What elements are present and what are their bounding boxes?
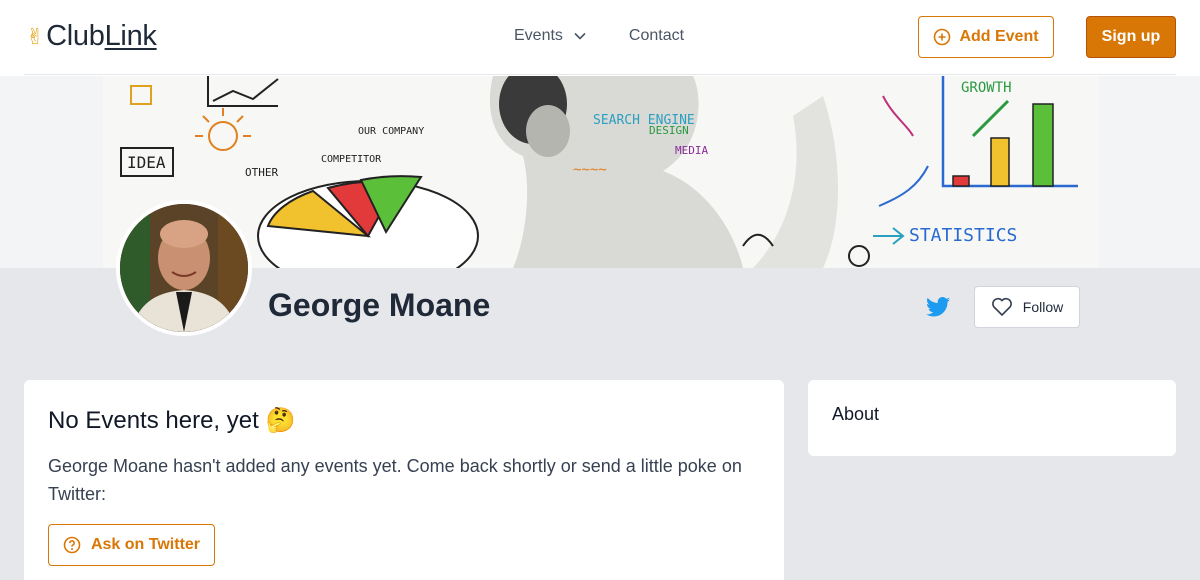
banner-word-design: DESIGN — [649, 124, 689, 137]
profile-name: George Moane — [268, 287, 491, 323]
logo-text-link: Link — [104, 20, 157, 52]
about-heading: About — [832, 404, 880, 424]
no-events-heading: No Events here, yet 🤔 — [48, 407, 296, 434]
nav-contact-link[interactable]: Contact — [629, 27, 684, 45]
follow-label: Follow — [1022, 299, 1064, 315]
chevron-down-icon — [574, 32, 586, 40]
logo-text-club: Club — [46, 20, 105, 52]
heart-icon — [991, 297, 1012, 316]
nav-events-dropdown[interactable]: Events — [514, 27, 587, 45]
main-nav: Events Contact — [514, 27, 684, 45]
profile-banner-image: IDEA OTHER OUR COMPANY COMPETITOR SEARCH… — [103, 76, 1099, 268]
victory-hand-icon: ✌ — [26, 23, 45, 49]
no-events-message: George Moane hasn't added any events yet… — [48, 456, 742, 504]
nav-events-label: Events — [514, 27, 563, 44]
svg-text:~~~~: ~~~~ — [573, 162, 607, 178]
banner-word-media: MEDIA — [675, 144, 708, 157]
header-divider — [24, 74, 1176, 75]
banner-word-statistics: STATISTICS — [909, 225, 1017, 246]
profile-avatar — [116, 200, 252, 336]
add-event-label: Add Event — [959, 28, 1039, 45]
sign-up-button[interactable]: Sign up — [1086, 16, 1176, 58]
question-circle-icon — [63, 536, 81, 554]
add-event-button[interactable]: Add Event — [918, 16, 1054, 58]
about-card: About — [808, 380, 1176, 456]
banner-word-our-company: OUR COMPANY — [358, 126, 424, 137]
events-card: No Events here, yet 🤔 George Moane hasn'… — [24, 380, 784, 580]
banner-word-other: OTHER — [245, 166, 278, 179]
plus-circle-icon — [934, 28, 951, 46]
clublink-logo[interactable]: ✌ Club Link — [26, 20, 157, 53]
top-navbar: ✌ Club Link Events Contact Add Event Sign… — [0, 0, 1200, 76]
ask-on-twitter-button[interactable]: Ask on Twitter — [48, 524, 215, 566]
follow-button[interactable]: Follow — [974, 286, 1080, 328]
banner-word-growth: GROWTH — [961, 80, 1012, 96]
twitter-icon[interactable] — [926, 296, 950, 318]
sign-up-label: Sign up — [1101, 28, 1161, 45]
banner-word-competitor: COMPETITOR — [321, 154, 382, 165]
ask-on-twitter-label: Ask on Twitter — [90, 536, 201, 553]
banner-word-idea: IDEA — [127, 153, 166, 172]
